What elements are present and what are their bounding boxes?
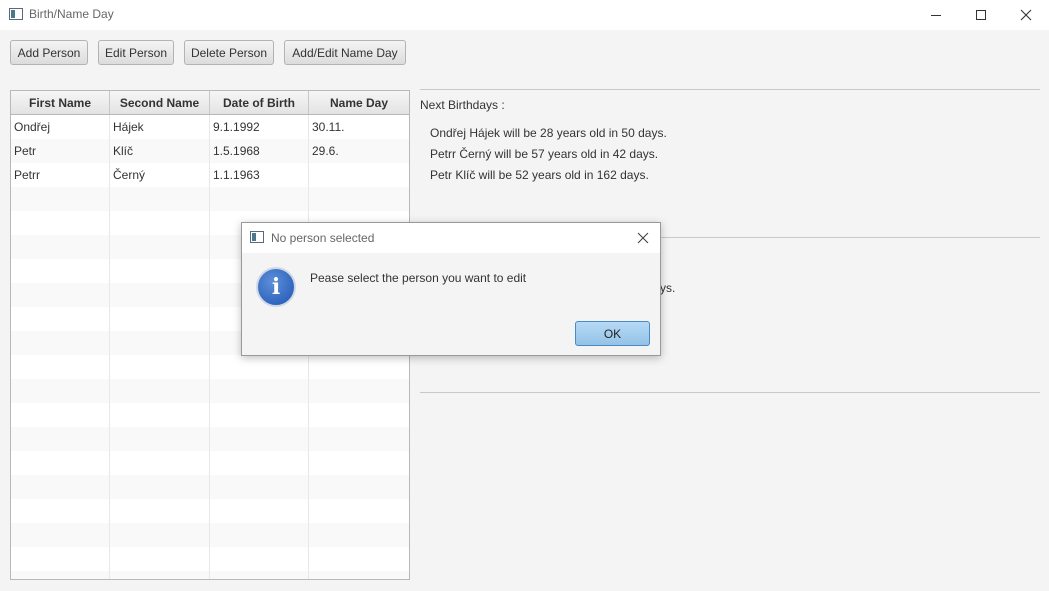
empty-row bbox=[11, 499, 409, 523]
column-header-first-name[interactable]: First Name bbox=[11, 91, 110, 114]
dialog-title: No person selected bbox=[271, 231, 375, 245]
minimize-button[interactable] bbox=[913, 0, 959, 30]
dialog-close-button[interactable] bbox=[632, 227, 654, 249]
cell-second-name: Klíč bbox=[110, 139, 210, 163]
close-icon bbox=[1020, 9, 1032, 21]
cell-name-day: 29.6. bbox=[312, 144, 339, 158]
delete-person-button[interactable]: Delete Person bbox=[184, 40, 274, 65]
close-icon bbox=[637, 232, 649, 244]
cell-date-of-birth: 1.5.1968 bbox=[210, 139, 309, 163]
next-birthdays-title: Next Birthdays : bbox=[420, 98, 505, 112]
empty-row bbox=[11, 187, 409, 211]
empty-row bbox=[11, 427, 409, 451]
minimize-icon bbox=[931, 14, 941, 16]
column-header-name-day[interactable]: Name Day bbox=[309, 91, 409, 114]
next-birthday-line: Ondřej Hájek will be 28 years old in 50 … bbox=[430, 126, 667, 140]
empty-row bbox=[11, 475, 409, 499]
table-row[interactable]: Ondřej Hájek 9.1.1992 30.11. bbox=[11, 115, 409, 139]
empty-row bbox=[11, 523, 409, 547]
cell-name-day: 30.11. bbox=[312, 120, 345, 134]
next-birthday-line: Petrr Černý will be 57 years old in 42 d… bbox=[430, 147, 659, 161]
dialog-titlebar: No person selected bbox=[242, 223, 660, 253]
obscured-text-fragment: ys. bbox=[660, 281, 676, 295]
cell-first-name: Petr bbox=[11, 139, 110, 163]
maximize-button[interactable] bbox=[958, 0, 1004, 30]
empty-row bbox=[11, 547, 409, 571]
cell-second-name: Černý bbox=[110, 163, 210, 187]
maximize-icon bbox=[976, 10, 986, 20]
close-window-button[interactable] bbox=[1003, 0, 1049, 30]
ok-button[interactable]: OK bbox=[575, 321, 650, 346]
next-birthday-line: Petr Klíč will be 52 years old in 162 da… bbox=[430, 168, 649, 182]
empty-row bbox=[11, 571, 409, 579]
empty-row bbox=[11, 379, 409, 403]
window-title: Birth/Name Day bbox=[29, 7, 114, 21]
dialog-message: Pease select the person you want to edit bbox=[310, 271, 527, 285]
table-row[interactable]: Petr Klíč 1.5.1968 29.6. bbox=[11, 139, 409, 163]
cell-first-name: Petrr bbox=[11, 163, 110, 187]
divider bbox=[420, 89, 1040, 90]
column-header-second-name[interactable]: Second Name bbox=[110, 91, 210, 114]
cell-second-name: Hájek bbox=[110, 115, 210, 139]
empty-row bbox=[11, 355, 409, 379]
info-icon: i bbox=[256, 267, 296, 307]
window-titlebar: Birth/Name Day bbox=[0, 0, 1049, 30]
cell-name-day bbox=[309, 163, 409, 187]
dialog-app-icon bbox=[250, 231, 264, 243]
cell-date-of-birth: 9.1.1992 bbox=[210, 115, 309, 139]
add-edit-name-day-button[interactable]: Add/Edit Name Day bbox=[284, 40, 406, 65]
table-row[interactable]: Petrr Černý 1.1.1963 bbox=[11, 163, 409, 187]
table-header: First Name Second Name Date of Birth Nam… bbox=[11, 91, 409, 115]
add-person-button[interactable]: Add Person bbox=[10, 40, 88, 65]
app-icon bbox=[9, 8, 23, 20]
divider bbox=[420, 392, 1040, 393]
no-person-selected-dialog: No person selected i Pease select the pe… bbox=[241, 222, 661, 356]
empty-row bbox=[11, 451, 409, 475]
cell-date-of-birth: 1.1.1963 bbox=[210, 163, 309, 187]
edit-person-button[interactable]: Edit Person bbox=[98, 40, 174, 65]
cell-first-name: Ondřej bbox=[11, 115, 110, 139]
column-header-date-of-birth[interactable]: Date of Birth bbox=[210, 91, 309, 114]
empty-row bbox=[11, 403, 409, 427]
